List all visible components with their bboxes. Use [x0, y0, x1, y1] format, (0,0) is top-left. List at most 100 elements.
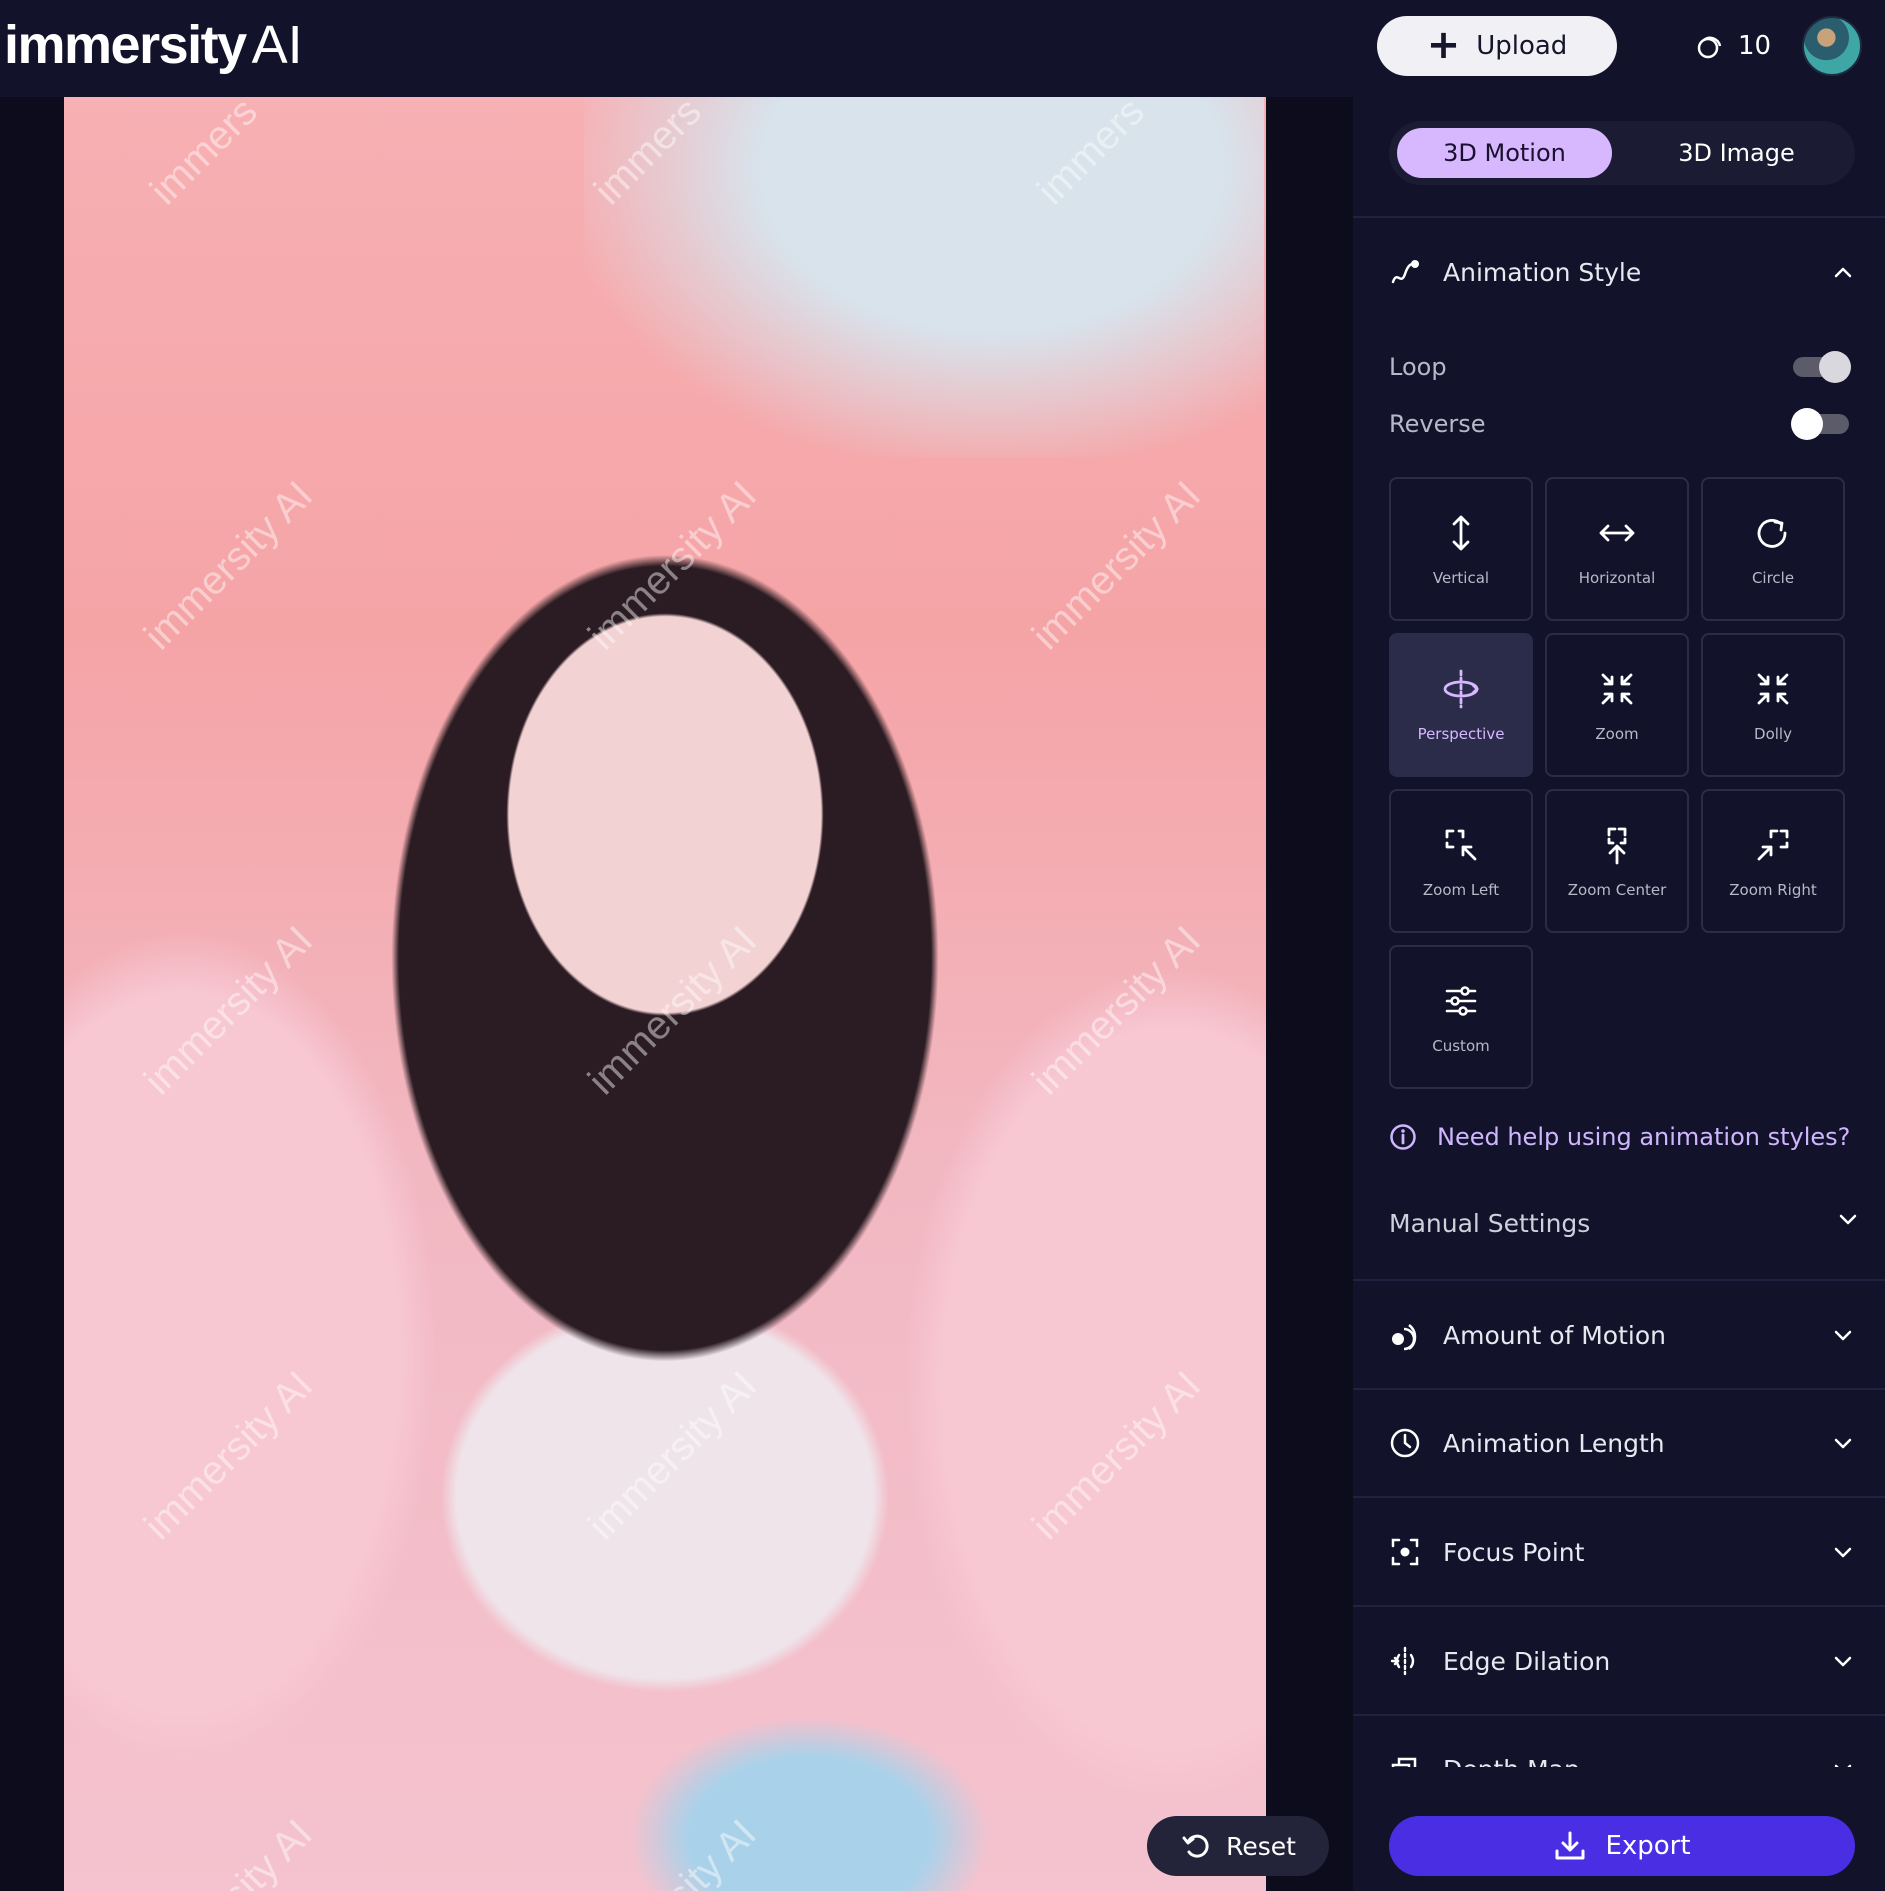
- amount-of-motion-header[interactable]: Amount of Motion: [1389, 1315, 1859, 1355]
- loop-label: Loop: [1389, 353, 1447, 381]
- info-icon: [1390, 1124, 1416, 1150]
- divider: [1353, 1496, 1885, 1498]
- style-label: Custom: [1432, 1037, 1490, 1055]
- focus-icon: [1389, 1536, 1421, 1568]
- export-label: Export: [1605, 1831, 1691, 1861]
- focus-point-header[interactable]: Focus Point: [1389, 1532, 1859, 1572]
- watermark: immersity AI: [136, 1362, 322, 1549]
- style-label: Zoom Center: [1567, 881, 1667, 899]
- section-label: Animation Length: [1443, 1428, 1665, 1458]
- style-circle[interactable]: Circle: [1701, 477, 1845, 621]
- divider: [1353, 216, 1885, 218]
- style-label: Zoom Left: [1422, 881, 1500, 899]
- style-label: Circle: [1751, 569, 1795, 587]
- style-perspective[interactable]: Perspective: [1389, 633, 1533, 777]
- edge-dilation-icon: [1389, 1645, 1421, 1677]
- reset-button[interactable]: Reset: [1147, 1816, 1329, 1876]
- chevron-down-icon: [1837, 1207, 1859, 1236]
- style-zoom-left[interactable]: Zoom Left: [1389, 789, 1533, 933]
- logo-text: immersity: [4, 15, 247, 75]
- export-button[interactable]: Export: [1389, 1816, 1855, 1876]
- top-bar: immersity AI + Upload 10: [0, 0, 1885, 97]
- reverse-label: Reverse: [1389, 410, 1486, 438]
- edge-dilation-header[interactable]: Edge Dilation: [1389, 1641, 1859, 1681]
- style-dolly[interactable]: Dolly: [1701, 633, 1845, 777]
- settings-panel: 3D Motion 3D Image Animation Style Loop …: [1353, 97, 1885, 1891]
- toggle-knob: [1819, 351, 1851, 383]
- watermark: sity AI: [214, 1811, 321, 1891]
- zoom-center-icon: [1595, 823, 1639, 867]
- app-logo[interactable]: immersity AI: [4, 14, 303, 76]
- help-link[interactable]: Need help using animation styles?: [1389, 1117, 1850, 1157]
- dolly-icon: [1751, 667, 1795, 711]
- horizontal-arrows-icon: [1595, 511, 1639, 555]
- image-highlight: [584, 97, 1264, 457]
- section-label: Focus Point: [1443, 1537, 1585, 1567]
- manual-settings-header[interactable]: Manual Settings: [1389, 1203, 1859, 1243]
- style-zoom[interactable]: Zoom: [1545, 633, 1689, 777]
- watermark: immersity AI: [1024, 1362, 1210, 1549]
- perspective-icon: [1439, 667, 1483, 711]
- style-zoom-right[interactable]: Zoom Right: [1701, 789, 1845, 933]
- download-icon: [1555, 1831, 1585, 1860]
- credits-counter[interactable]: 10: [1694, 26, 1771, 66]
- clock-icon: [1389, 1427, 1421, 1459]
- divider: [1353, 1388, 1885, 1390]
- zoom-icon: [1595, 667, 1639, 711]
- style-horizontal[interactable]: Horizontal: [1545, 477, 1689, 621]
- motion-icon: [1389, 1319, 1421, 1351]
- tab-3d-motion[interactable]: 3D Motion: [1397, 128, 1612, 178]
- mode-switch: 3D Motion 3D Image: [1389, 121, 1855, 185]
- watermark: immersity AI: [136, 917, 322, 1104]
- image-preview[interactable]: immers immers immers immersity AI immers…: [64, 97, 1266, 1891]
- credits-icon: [1697, 36, 1722, 59]
- watermark: immersity AI: [136, 472, 322, 659]
- tab-3d-image[interactable]: 3D Image: [1629, 128, 1844, 178]
- manual-settings-label: Manual Settings: [1389, 1208, 1591, 1238]
- credits-count: 10: [1738, 31, 1772, 61]
- style-label: Dolly: [1754, 725, 1792, 743]
- loop-toggle[interactable]: [1793, 351, 1851, 383]
- zoom-left-icon: [1439, 823, 1483, 867]
- avatar[interactable]: [1802, 16, 1862, 76]
- watermark: immersity AI: [580, 917, 766, 1104]
- watermark: immers: [142, 97, 266, 214]
- chevron-down-icon: [1827, 1536, 1859, 1568]
- chevron-up-icon: [1827, 256, 1859, 288]
- circle-arrow-icon: [1751, 511, 1795, 555]
- reverse-toggle[interactable]: [1791, 408, 1849, 440]
- plus-icon: +: [1426, 21, 1461, 68]
- watermark: immersity AI: [1024, 917, 1210, 1104]
- style-zoom-center[interactable]: Zoom Center: [1545, 789, 1689, 933]
- style-vertical[interactable]: Vertical: [1389, 477, 1533, 621]
- upload-button[interactable]: + Upload: [1377, 16, 1617, 76]
- zoom-right-icon: [1751, 823, 1795, 867]
- animation-style-header[interactable]: Animation Style: [1389, 252, 1859, 292]
- reset-label: Reset: [1226, 1831, 1296, 1861]
- watermark: immersity AI: [580, 1362, 766, 1549]
- watermark: immersity AI: [1024, 472, 1210, 659]
- upload-label: Upload: [1476, 31, 1568, 61]
- animation-style-title: Animation Style: [1443, 257, 1642, 287]
- style-label: Zoom Right: [1729, 881, 1817, 899]
- style-label: Horizontal: [1578, 569, 1656, 587]
- chevron-down-icon: [1827, 1427, 1859, 1459]
- animation-length-header[interactable]: Animation Length: [1389, 1423, 1859, 1463]
- divider: [1353, 1605, 1885, 1607]
- section-label: Amount of Motion: [1443, 1320, 1666, 1350]
- toggle-knob: [1791, 408, 1823, 440]
- vertical-arrows-icon: [1439, 511, 1483, 555]
- chevron-down-icon: [1827, 1319, 1859, 1351]
- style-label: Zoom: [1595, 725, 1639, 743]
- help-link-text: Need help using animation styles?: [1437, 1123, 1851, 1151]
- reverse-row: Reverse: [1389, 404, 1849, 444]
- divider: [1353, 1279, 1885, 1281]
- chevron-down-icon: [1827, 1645, 1859, 1677]
- style-label: Perspective: [1417, 725, 1505, 743]
- style-custom[interactable]: Custom: [1389, 945, 1533, 1089]
- sliders-icon: [1439, 979, 1483, 1023]
- watermark: immersity AI: [580, 472, 766, 659]
- loop-row: Loop: [1389, 347, 1851, 387]
- divider: [1353, 1714, 1885, 1716]
- animation-curve-icon: [1389, 256, 1421, 288]
